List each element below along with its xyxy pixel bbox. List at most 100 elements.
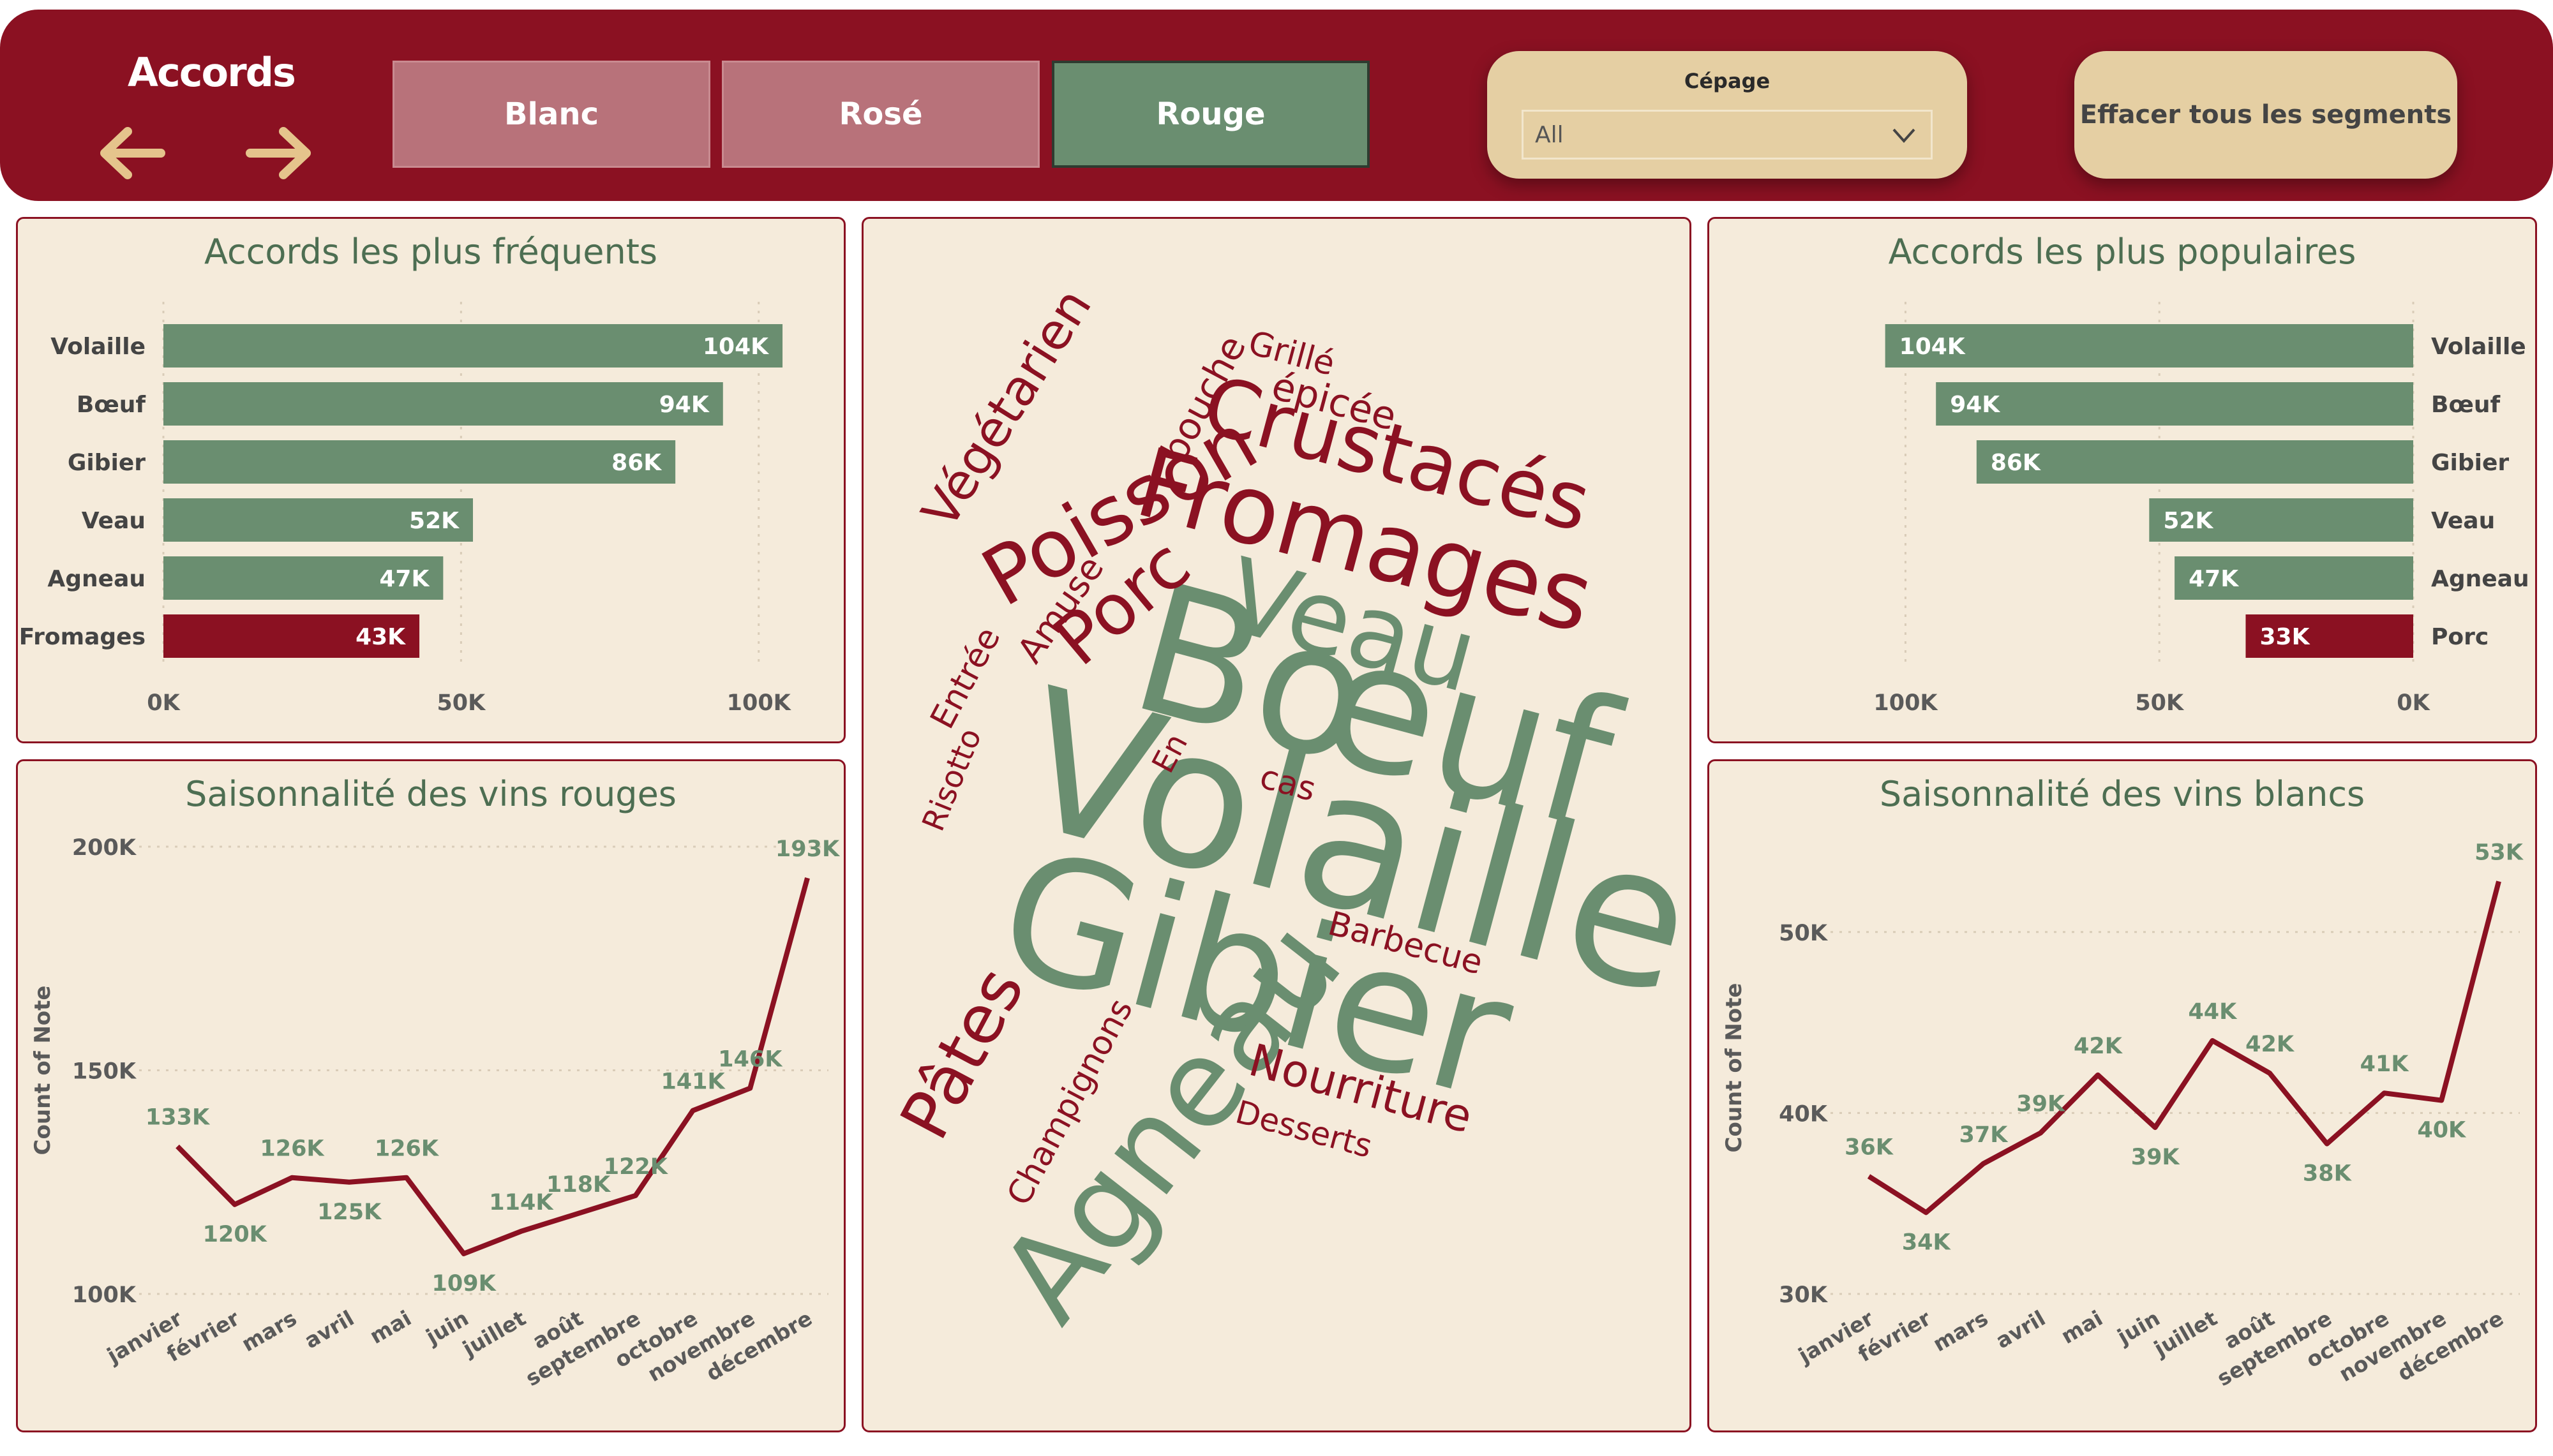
- x-tick-label: 50K: [437, 690, 486, 716]
- x-tick-label: mars: [1929, 1305, 1993, 1356]
- bar[interactable]: [163, 440, 676, 484]
- x-tick-label: 50K: [2135, 690, 2185, 716]
- data-label: 193K: [775, 836, 841, 862]
- data-label: 37K: [1959, 1122, 2009, 1148]
- data-label: 126K: [260, 1136, 325, 1162]
- bar[interactable]: [1976, 440, 2413, 484]
- x-tick-label: juillet: [458, 1305, 530, 1362]
- popular-pairings-panel: Accords les plus populaires 100K 50K 0K 104…: [1707, 217, 2537, 743]
- bar-value-label: 94K: [659, 392, 710, 418]
- cepage-slicer: Cépage All: [1487, 51, 1967, 179]
- x-tick-label: mai: [366, 1305, 416, 1349]
- category-label: Gibier: [68, 450, 146, 476]
- y-tick-label: 100K: [72, 1282, 137, 1308]
- data-label: 133K: [146, 1105, 211, 1131]
- x-tick-label: mai: [2057, 1305, 2107, 1349]
- data-label: 38K: [2303, 1161, 2353, 1187]
- word-cloud-word[interactable]: Pâtes: [885, 955, 1039, 1152]
- red-seasonality-line-chart: 100K150K200KCount of Note 133Kjanvier120K…: [30, 835, 841, 1391]
- pairings-word-cloud: VolailleGibierBœufAgneauVeauFromagesCrus…: [885, 279, 1693, 1346]
- category-label: Gibier: [2431, 450, 2509, 476]
- bar-value-label: 86K: [611, 450, 662, 476]
- arrow-right-icon[interactable]: [244, 121, 314, 185]
- data-label: 34K: [1902, 1229, 1952, 1255]
- data-label: 39K: [2131, 1145, 2181, 1170]
- x-tick-label: 100K: [1873, 690, 1938, 716]
- x-tick-label: 0K: [2397, 690, 2430, 716]
- bar-value-label: 47K: [2189, 566, 2239, 592]
- data-label: 120K: [203, 1222, 268, 1247]
- data-label: 40K: [2417, 1118, 2467, 1143]
- bar-value-label: 104K: [703, 334, 769, 360]
- word-cloud-word[interactable]: Risotto: [915, 724, 989, 836]
- filter-rose-button[interactable]: Rosé: [722, 61, 1040, 168]
- y-tick-label: 150K: [72, 1059, 137, 1085]
- frequent-bar-chart: 0K 50K 100K 104K Volaille 94K Bœuf 86K Gibier 52K…: [19, 302, 792, 716]
- bar-value-label: 33K: [2259, 624, 2310, 650]
- category-label: Agneau: [47, 566, 146, 592]
- y-tick-label: 200K: [72, 835, 137, 861]
- bar[interactable]: [1936, 382, 2413, 426]
- bar-value-label: 52K: [409, 508, 460, 534]
- data-label: 44K: [2188, 999, 2238, 1025]
- category-label: Agneau: [2431, 566, 2529, 592]
- x-tick-label: 0K: [147, 690, 181, 716]
- x-tick-label: mars: [237, 1305, 301, 1356]
- data-label: 118K: [546, 1172, 611, 1198]
- cepage-dropdown[interactable]: All: [1522, 110, 1933, 160]
- x-tick-label: avril: [300, 1305, 358, 1353]
- filter-rouge-button[interactable]: Rouge: [1052, 61, 1370, 168]
- category-label: Veau: [82, 508, 146, 534]
- bar[interactable]: [163, 324, 783, 368]
- category-label: Bœuf: [2431, 392, 2500, 418]
- bar-value-label: 94K: [1950, 392, 2000, 418]
- data-label: 146K: [718, 1047, 783, 1073]
- clear-segments-button[interactable]: Effacer tous les segments: [2074, 51, 2457, 179]
- bar[interactable]: [163, 382, 723, 426]
- data-label: 122K: [604, 1154, 669, 1180]
- header-bar: Accords Blanc Rosé Rouge Cépage All Effa…: [0, 10, 2553, 201]
- category-label: Porc: [2431, 624, 2489, 650]
- data-label: 36K: [1845, 1135, 1894, 1161]
- data-label: 42K: [2245, 1032, 2295, 1057]
- bar-value-label: 86K: [1991, 450, 2041, 476]
- arrow-left-icon[interactable]: [97, 121, 167, 185]
- category-label: Bœuf: [77, 392, 146, 418]
- y-axis-title: Count of Note: [30, 986, 56, 1155]
- category-label: Volaille: [2431, 334, 2526, 360]
- word-cloud-panel: Volaille Gibier Bœuf Agneau Veau Fromages Crus…: [862, 217, 1693, 1432]
- filter-blanc-button[interactable]: Blanc: [393, 61, 710, 168]
- white-seasonality-line-chart: 30K40K50KCount of Note 36Kjanvier34Kfévri…: [1721, 840, 2524, 1391]
- series-line[interactable]: [1867, 880, 2501, 1215]
- x-tick-label: juillet: [2149, 1305, 2222, 1362]
- data-label: 39K: [2016, 1092, 2066, 1117]
- x-tick-label: avril: [1991, 1305, 2049, 1353]
- word-cloud-word[interactable]: Entrée: [924, 621, 1008, 735]
- bar-value-label: 43K: [356, 624, 406, 650]
- cepage-label: Cépage: [1684, 69, 1771, 93]
- bar-value-label: 52K: [2163, 508, 2213, 534]
- bar-value-label: 104K: [1899, 334, 1966, 360]
- frequent-pairings-panel: Accords les plus fréquents 0K 50K 100K 104K…: [16, 217, 846, 743]
- data-label: 125K: [317, 1200, 382, 1225]
- y-axis-title: Count of Note: [1721, 983, 1747, 1153]
- bar-value-label: 47K: [379, 566, 430, 592]
- category-label: Volaille: [50, 334, 146, 360]
- cepage-value: All: [1535, 121, 1564, 148]
- x-tick-label: 100K: [727, 690, 792, 716]
- red-seasonality-panel: Saisonnalité des vins rouges 100K 150K 200…: [16, 759, 846, 1432]
- data-label: 114K: [489, 1190, 554, 1215]
- data-label: 42K: [2074, 1034, 2123, 1059]
- category-label: Veau: [2431, 508, 2495, 534]
- data-label: 41K: [2360, 1051, 2410, 1077]
- y-tick-label: 50K: [1779, 921, 1829, 946]
- data-label: 126K: [375, 1136, 440, 1162]
- data-label: 141K: [661, 1069, 726, 1095]
- y-tick-label: 40K: [1779, 1101, 1829, 1127]
- category-label: Fromages: [19, 624, 146, 650]
- data-label: 53K: [2474, 840, 2524, 865]
- chevron-down-icon: [1892, 128, 1915, 144]
- white-seasonality-panel: Saisonnalité des vins blancs 30K 40K 50K Co…: [1707, 759, 2537, 1432]
- y-tick-label: 30K: [1779, 1282, 1829, 1308]
- popular-bar-chart: 100K 50K 0K 104K Volaille 94K Bœuf 86K Gibier 52K…: [1873, 302, 2529, 716]
